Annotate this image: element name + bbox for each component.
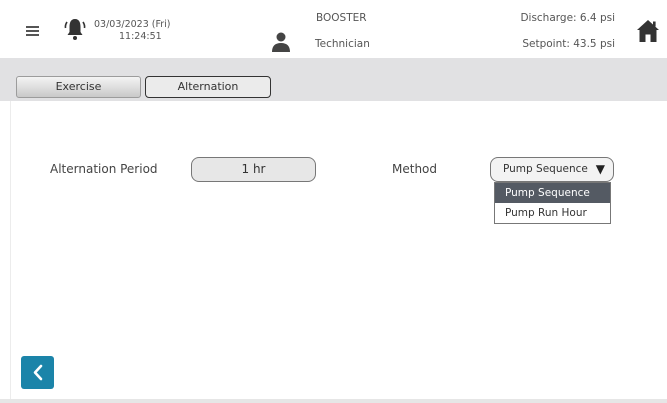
tab-bar: Exercise Alternation bbox=[0, 58, 667, 101]
alternation-period-label: Alternation Period bbox=[50, 162, 158, 176]
chevron-left-icon bbox=[33, 364, 43, 381]
content-panel bbox=[10, 101, 667, 399]
method-select[interactable]: Pump Sequence ▼ bbox=[490, 157, 614, 182]
setpoint-readout: Setpoint: 43.5 psi bbox=[522, 38, 615, 50]
tab-exercise[interactable]: Exercise bbox=[16, 76, 141, 98]
method-label: Method bbox=[392, 162, 438, 176]
dropdown-arrow-icon: ▼ bbox=[595, 162, 605, 176]
role-text: Technician bbox=[315, 38, 370, 50]
option-pump-sequence[interactable]: Pump Sequence bbox=[495, 183, 610, 203]
time-text: 11:24:51 bbox=[119, 31, 162, 42]
mode-text: BOOSTER bbox=[316, 12, 367, 24]
datetime-display: 03/03/2023 (Fri) 11:24:51 bbox=[94, 19, 194, 43]
menu-icon[interactable] bbox=[26, 26, 39, 37]
home-icon[interactable] bbox=[636, 18, 660, 44]
method-dropdown-list: Pump Sequence Pump Run Hour bbox=[494, 182, 611, 224]
date-text: 03/03/2023 (Fri) bbox=[94, 19, 171, 30]
option-pump-run-hour[interactable]: Pump Run Hour bbox=[495, 203, 610, 223]
header-bar: 03/03/2023 (Fri) 11:24:51 BOOSTER Techni… bbox=[0, 0, 667, 58]
method-select-value: Pump Sequence bbox=[503, 163, 588, 175]
user-icon[interactable] bbox=[270, 31, 292, 53]
discharge-readout: Discharge: 6.4 psi bbox=[520, 12, 615, 24]
tab-alternation[interactable]: Alternation bbox=[145, 76, 271, 98]
bottom-divider bbox=[0, 399, 667, 403]
back-button[interactable] bbox=[21, 356, 54, 389]
alternation-period-field[interactable]: 1 hr bbox=[191, 157, 316, 182]
bell-icon[interactable] bbox=[63, 16, 87, 42]
